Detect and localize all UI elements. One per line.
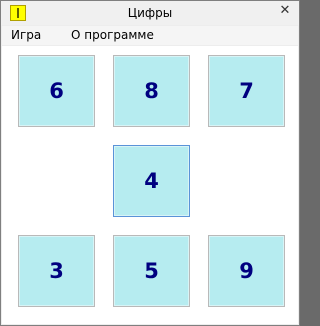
tile-digit[interactable]: 7 <box>208 55 285 127</box>
app-window: Цифры ✕ Игра О программе 6 8 7 4 3 5 9 <box>0 0 300 326</box>
close-button[interactable]: ✕ <box>275 2 295 20</box>
menu-item-about[interactable]: О программе <box>71 28 154 42</box>
tile-digit[interactable]: 4 <box>113 145 190 217</box>
tile-digit[interactable]: 9 <box>208 235 285 307</box>
menu-bar: Игра О программе <box>2 26 298 45</box>
title-bar[interactable]: Цифры ✕ <box>1 1 299 25</box>
close-icon: ✕ <box>279 3 291 18</box>
tile-digit[interactable]: 3 <box>18 235 95 307</box>
tile-digit[interactable]: 8 <box>113 55 190 127</box>
window-title: Цифры <box>127 6 173 20</box>
game-board: 6 8 7 4 3 5 9 <box>2 46 298 324</box>
tile-digit[interactable]: 5 <box>113 235 190 307</box>
menu-item-game[interactable]: Игра <box>11 28 41 42</box>
tile-digit[interactable]: 6 <box>18 55 95 127</box>
